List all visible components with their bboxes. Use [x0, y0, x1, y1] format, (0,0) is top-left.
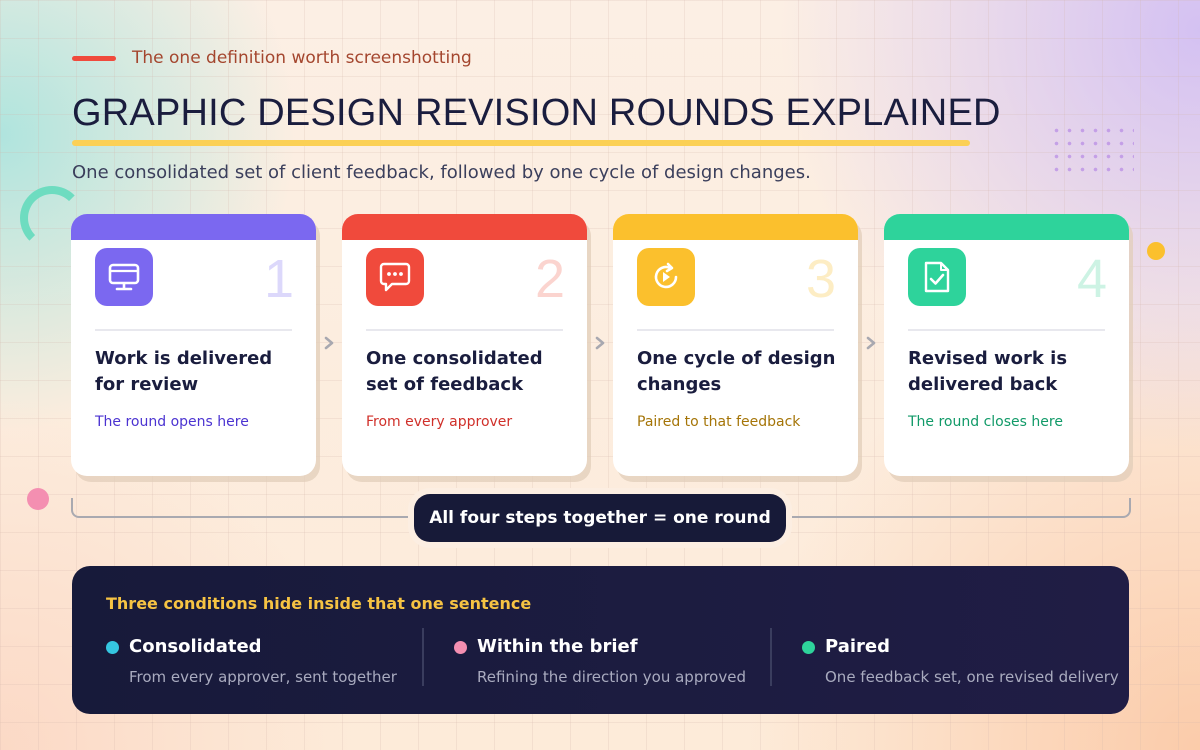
step-subtitle: From every approver: [366, 414, 513, 430]
eyebrow: The one definition worth screenshotting: [72, 48, 472, 68]
conditions-heading: Three conditions hide inside that one se…: [106, 594, 532, 613]
condition-title: Paired: [825, 636, 890, 657]
page-subtitle: One consolidated set of client feedback,…: [72, 162, 811, 183]
step-subtitle: Paired to that feedback: [637, 414, 801, 430]
page-title: GRAPHIC DESIGN REVISION ROUNDS EXPLAINED: [72, 92, 1001, 134]
eyebrow-text: The one definition worth screenshotting: [132, 48, 472, 68]
conditions-panel: Three conditions hide inside that one se…: [72, 566, 1129, 714]
card-top-bar: [884, 214, 1129, 240]
summary-pill: All four steps together = one round: [414, 494, 786, 542]
card-top-bar: [71, 214, 316, 240]
chevron-right-icon: [866, 336, 876, 350]
chevron-right-icon: [595, 336, 605, 350]
step-card-2: 2 One consolidated set of feedback From …: [342, 214, 587, 476]
step-title: Revised work is delivered back: [908, 348, 1068, 395]
decorative-dot-pink: [27, 488, 49, 510]
condition-title: Within the brief: [477, 636, 638, 657]
step-title: One cycle of design changes: [637, 348, 836, 395]
condition-dot: [454, 641, 467, 654]
decorative-dot-yellow: [1147, 242, 1165, 260]
decorative-dot-grid: [1050, 124, 1134, 176]
step-card-3: 3 One cycle of design changes Paired to …: [613, 214, 858, 476]
step-number: 3: [805, 249, 836, 309]
step-title: Work is delivered for review: [95, 348, 273, 395]
monitor-icon: [95, 248, 153, 306]
card-divider: [95, 329, 292, 331]
condition-separator: [770, 628, 772, 686]
refresh-cycle-icon: [637, 248, 695, 306]
card-top-bar: [342, 214, 587, 240]
step-subtitle: The round closes here: [908, 414, 1063, 430]
step-number: 4: [1076, 249, 1107, 309]
step-card-4: 4 Revised work is delivered back The rou…: [884, 214, 1129, 476]
title-underline: [72, 140, 970, 146]
card-divider: [637, 329, 834, 331]
chevron-right-icon: [324, 336, 334, 350]
card-divider: [366, 329, 563, 331]
condition-title: Consolidated: [129, 636, 262, 657]
chat-bubble-icon: [366, 248, 424, 306]
checked-document-icon: [908, 248, 966, 306]
card-divider: [908, 329, 1105, 331]
condition-description: Refining the direction you approved: [477, 668, 746, 686]
card-top-bar: [613, 214, 858, 240]
condition-separator: [422, 628, 424, 686]
condition-dot: [802, 641, 815, 654]
step-subtitle: The round opens here: [95, 414, 249, 430]
condition-dot: [106, 641, 119, 654]
step-title: One consolidated set of feedback: [366, 348, 543, 395]
step-number: 2: [534, 249, 565, 309]
eyebrow-accent-bar: [72, 55, 116, 61]
condition-description: One feedback set, one revised delivery: [825, 668, 1119, 686]
step-card-1: 1 Work is delivered for review The round…: [71, 214, 316, 476]
condition-description: From every approver, sent together: [129, 668, 397, 686]
step-number: 1: [263, 249, 294, 309]
